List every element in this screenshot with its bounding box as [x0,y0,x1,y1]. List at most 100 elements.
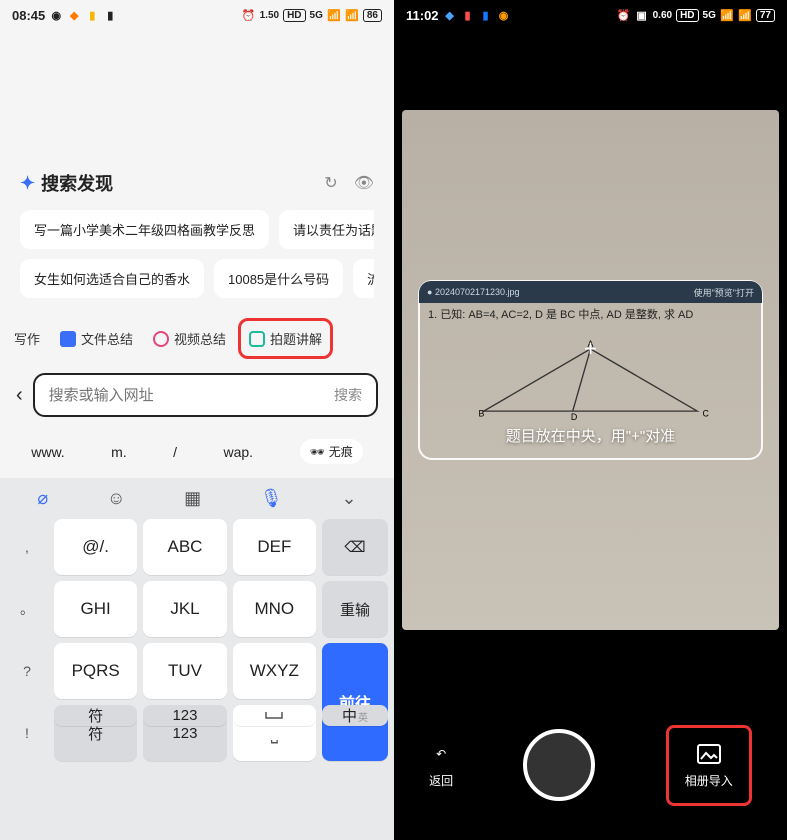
kb-symbols-2[interactable]: 符 [54,705,137,726]
hd-badge: HD [676,9,698,22]
search-button[interactable]: 搜索 [334,385,362,405]
kb-logo-icon[interactable]: ⌀ [37,488,48,509]
shutter-button[interactable] [523,729,595,801]
battery-badge: 86 [363,9,382,22]
app-icon-2: ▮ [85,8,99,22]
status-bar-left: 08:45 ◉ ◆ ▮ ▮ ⏰ 1.50 HD 5G 📶 📶 86 [0,0,394,30]
signal-icon: 📶 [720,8,734,22]
status-time: 11:02 [406,8,439,23]
kb-go[interactable]: 前往 [322,643,388,761]
suggestion-chip[interactable]: 请以责任为话题写 [279,210,374,249]
shortcut-www[interactable]: www. [31,444,64,460]
alarm-icon: ⏰ [242,8,256,22]
wifi-icon: 📶 [738,8,752,22]
capture-frame[interactable]: ● 20240702171230.jpg 使用"预览"打开 1. 已知: AB=… [418,280,763,460]
svg-text:C: C [703,408,710,418]
tab-photo-solve[interactable]: 拍题讲解 [238,318,333,359]
svg-text:D: D [571,412,577,420]
kb-side-comma[interactable]: , [6,519,48,575]
kb-key[interactable]: WXYZ [233,643,316,699]
alipay-icon: ▮ [479,8,493,22]
sparkle-icon: ✦ [20,173,35,194]
signal-icon: 📶 [327,8,341,22]
net-type: 5G [310,10,323,21]
kb-key[interactable]: TUV [143,643,226,699]
album-import-button[interactable]: 相册导入 [666,725,752,806]
kb-mic-icon[interactable]: 🎙 [260,488,283,509]
shortcut-slash[interactable]: / [173,444,177,460]
kb-clipboard-icon[interactable]: ▦ [184,488,201,509]
kb-key[interactable]: DEF [233,519,316,575]
search-input[interactable] [49,387,334,404]
mask-icon: 🕶 [310,445,325,459]
suggestion-chip[interactable]: 10085是什么号码 [214,259,343,298]
preview-window-header: ● 20240702171230.jpg 使用"预览"打开 [419,281,762,303]
app-icon: ▮ [461,8,475,22]
gallery-icon [697,742,721,766]
weibo-icon: ◉ [497,8,511,22]
kb-collapse-icon[interactable]: ⌄ [341,488,356,509]
suggestion-chip[interactable]: 女生如何选适合自己的香水 [20,259,204,298]
shortcut-m[interactable]: m. [111,444,127,460]
tab-video-summary[interactable]: 视频总结 [145,318,234,359]
kb-key[interactable]: JKL [143,581,226,637]
kb-side-period[interactable]: 。 [6,581,48,637]
alarm-icon: ⏰ [617,8,631,22]
status-bar-right: 11:02 ◆ ▮ ▮ ◉ ⏰ ▣ 0.60 HD 5G 📶 📶 77 [394,0,787,30]
kb-retype[interactable]: 重输 [322,581,388,637]
net-speed: 1.50 [260,10,279,21]
kb-key[interactable]: ABC [143,519,226,575]
kb-key[interactable]: @/. [54,519,137,575]
eye-icon[interactable]: 👁 [354,173,374,193]
net-type: 5G [703,10,716,21]
address-bar[interactable]: 搜索 [33,373,378,417]
tab-file-summary[interactable]: 文件总结 [52,318,141,359]
back-arrow-icon: ↶ [429,742,453,766]
file-icon [60,331,76,347]
kb-lang-toggle[interactable]: 中英 [322,705,388,726]
discover-title: 搜索发现 [41,170,113,196]
shortcut-wap[interactable]: wap. [223,444,253,460]
wifi-icon: 📶 [345,8,359,22]
video-icon [153,331,169,347]
net-speed: 0.60 [653,10,672,21]
camera-solve-screen: 11:02 ◆ ▮ ▮ ◉ ⏰ ▣ 0.60 HD 5G 📶 📶 77 ● 20… [394,0,787,840]
space-icon [264,710,284,722]
search-discover-section: ✦ 搜索发现 ↻ 👁 写一篇小学美术二年级四格画教学反思 请以责任为话题写 女生… [0,170,394,308]
camera-icon [249,331,265,347]
app-icon-3: ▮ [103,8,117,22]
status-time: 08:45 [12,8,45,23]
kb-key[interactable]: MNO [233,581,316,637]
back-button[interactable]: ↶ 返回 [429,742,453,789]
kb-space-2[interactable] [233,705,316,726]
url-shortcut-bar: www. m. / wap. 🕶 无痕 [0,429,394,478]
browser-search-screen: 08:45 ◉ ◆ ▮ ▮ ⏰ 1.50 HD 5G 📶 📶 86 ✦ 搜索发现… [0,0,394,840]
crosshair-icon: + [584,336,597,362]
camera-viewfinder-area: ● 20240702171230.jpg 使用"预览"打开 1. 已知: AB=… [394,30,787,690]
weibo-icon: ◉ [49,8,63,22]
tab-write[interactable]: 写作 [6,318,48,359]
battery-badge: 77 [756,9,775,22]
kb-emoji-icon[interactable]: ☺ [107,488,125,509]
svg-text:B: B [479,408,485,418]
problem-text: 1. 已知: AB=4, AC=2, D 是 BC 中点, AD 是整数, 求 … [428,306,753,322]
suggestion-chip[interactable]: 写一篇小学美术二年级四格画教学反思 [20,210,269,249]
viewfinder[interactable]: ● 20240702171230.jpg 使用"预览"打开 1. 已知: AB=… [402,110,779,630]
frame-hint: 题目放在中央，用"+"对准 [420,425,761,446]
kb-backspace[interactable]: ⌫ [322,519,388,575]
incognito-toggle[interactable]: 🕶 无痕 [300,439,363,464]
kb-side-exclaim[interactable]: ! [6,705,48,761]
camera-status-icon: ▣ [635,8,649,22]
kb-key[interactable]: GHI [54,581,137,637]
keyboard: ⌀ ☺ ▦ 🎙 ⌄ , @/. ABC DEF ⌫ 。 GHI JKL MNO … [0,478,394,840]
kb-numbers-2[interactable]: 123 [143,705,226,726]
kb-side-question[interactable]: ? [6,643,48,699]
suggestion-chip[interactable]: 流量 [353,259,374,298]
search-row: ‹ 搜索 [0,359,394,429]
hd-badge: HD [283,9,305,22]
refresh-icon[interactable]: ↻ [324,173,337,193]
app-icon: ◆ [67,8,81,22]
camera-bottom-bar: ↶ 返回 相册导入 [394,690,787,840]
kb-key[interactable]: PQRS [54,643,137,699]
back-icon[interactable]: ‹ [16,384,23,407]
